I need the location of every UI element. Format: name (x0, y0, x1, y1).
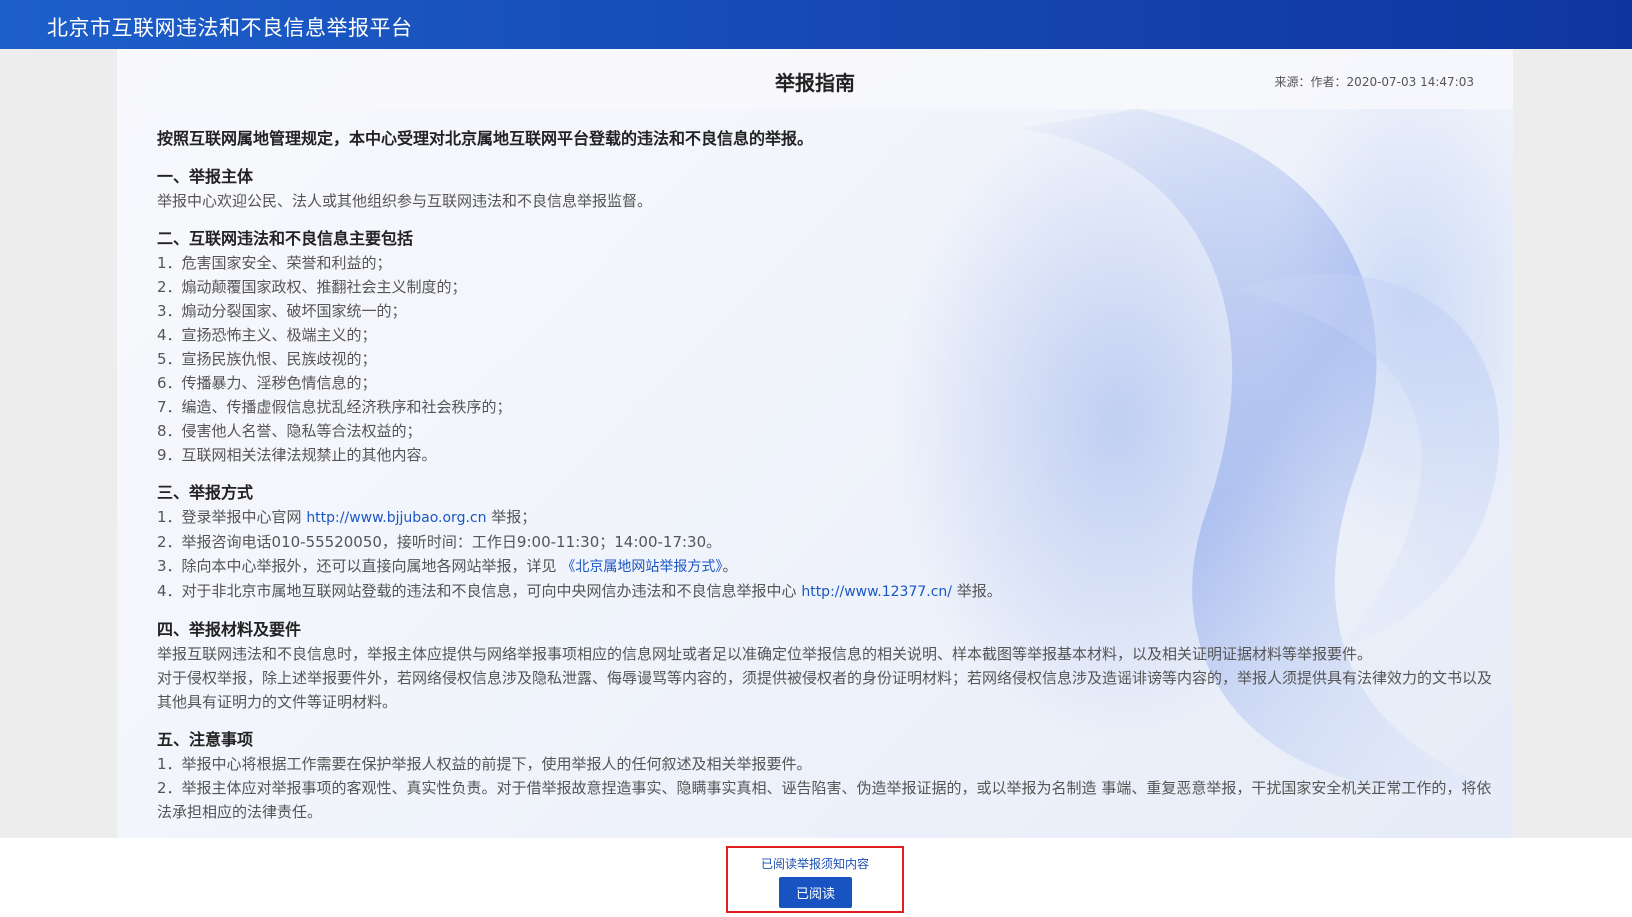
list-item: 3．除向本中心举报外，还可以直接向属地各网站举报，详见 《北京属地网站举报方式》… (157, 554, 1497, 579)
method-text: 举报； (486, 508, 537, 526)
method-text: 3．除向本中心举报外，还可以直接向属地各网站举报，详见 (157, 557, 562, 575)
confirm-box: 已阅读举报须知内容 已阅读 (726, 846, 904, 913)
section-heading-methods: 三、举报方式 (157, 483, 254, 502)
list-item: 3．煽动分裂国家、破坏国家统一的； (157, 302, 407, 320)
list-item: 2．煽动颠覆国家政权、推翻社会主义制度的； (157, 278, 467, 296)
section-heading-subject: 一、举报主体 (157, 167, 254, 186)
document-meta: 来源：作者：2020-07-03 14:47:03 (1274, 75, 1474, 89)
section-text-subject: 举报中心欢迎公民、法人或其他组织参与互联网违法和不良信息举报监督。 (157, 192, 653, 210)
top-banner: 北京市互联网违法和不良信息举报平台 (0, 0, 1632, 49)
lead-paragraph: 按照互联网属地管理规定，本中心受理对北京属地互联网平台登载的违法和不良信息的举报… (157, 129, 814, 148)
section-heading-notes: 五、注意事项 (157, 730, 254, 749)
confirm-notice: 已阅读举报须知内容 (760, 857, 869, 871)
list-item: 4．宣扬恐怖主义、极端主义的； (157, 326, 377, 344)
method-text: 4．对于非北京市属地互联网站登载的违法和不良信息，可向中央网信办违法和不良信息举… (157, 582, 802, 600)
list-item: 8．侵害他人名誉、隐私等合法权益的； (157, 422, 422, 440)
method-text: 1．登录举报中心官网 (157, 508, 307, 526)
site-title: 北京市互联网违法和不良信息举报平台 (47, 16, 413, 40)
list-item: 2．举报主体应对举报事项的客观性、真实性负责。对于借举报故意捏造事实、隐瞒事实真… (157, 779, 1492, 821)
document-header: 举报指南 来源：作者：2020-07-03 14:47:03 (117, 49, 1513, 109)
document-panel: 举报指南 来源：作者：2020-07-03 14:47:03 按照互联网属地管理… (117, 49, 1513, 838)
list-item: 4．对于非北京市属地互联网站登载的违法和不良信息，可向中央网信办违法和不良信息举… (157, 579, 1497, 604)
section-heading-materials: 四、举报材料及要件 (157, 620, 302, 639)
list-item: 7．编造、传播虚假信息扰乱经济秩序和社会秩序的； (157, 398, 512, 416)
section-heading-content-types: 二、互联网违法和不良信息主要包括 (157, 229, 414, 248)
bjjubao-link[interactable]: http://www.bjjubao.org.cn (306, 510, 486, 526)
list-item: 6．传播暴力、淫秽色情信息的； (157, 374, 377, 392)
method-text: 举报。 (952, 582, 1002, 600)
list-item: 9．互联网相关法律法规禁止的其他内容。 (157, 446, 437, 464)
method-text: 。 (722, 557, 738, 575)
paragraph: 举报互联网违法和不良信息时，举报主体应提供与网络举报事项相应的信息网址或者足以准… (157, 645, 1373, 663)
list-item: 2．举报咨询电话010-55520050，接听时间：工作日9:00-11:30；… (157, 533, 722, 551)
list-item: 1．登录举报中心官网 http://www.bjjubao.org.cn 举报； (157, 505, 1497, 530)
document-body: 按照互联网属地管理规定，本中心受理对北京属地互联网平台登载的违法和不良信息的举报… (157, 127, 1497, 824)
list-item: 1．举报中心将根据工作需要在保护举报人权益的前提下，使用举报人的任何叙述及相关举… (157, 755, 812, 773)
list-item: 1．危害国家安全、荣誉和利益的； (157, 254, 392, 272)
paragraph: 对于侵权举报，除上述举报要件外，若网络侵权信息涉及隐私泄露、侮辱谩骂等内容的，须… (157, 669, 1493, 711)
list-item: 5．宣扬民族仇恨、民族歧视的； (157, 350, 377, 368)
have-read-button[interactable]: 已阅读 (779, 877, 852, 908)
beijing-sites-report-link[interactable]: 《北京属地网站举报方式》 (561, 559, 722, 575)
12377-link[interactable]: http://www.12377.cn/ (801, 584, 952, 600)
